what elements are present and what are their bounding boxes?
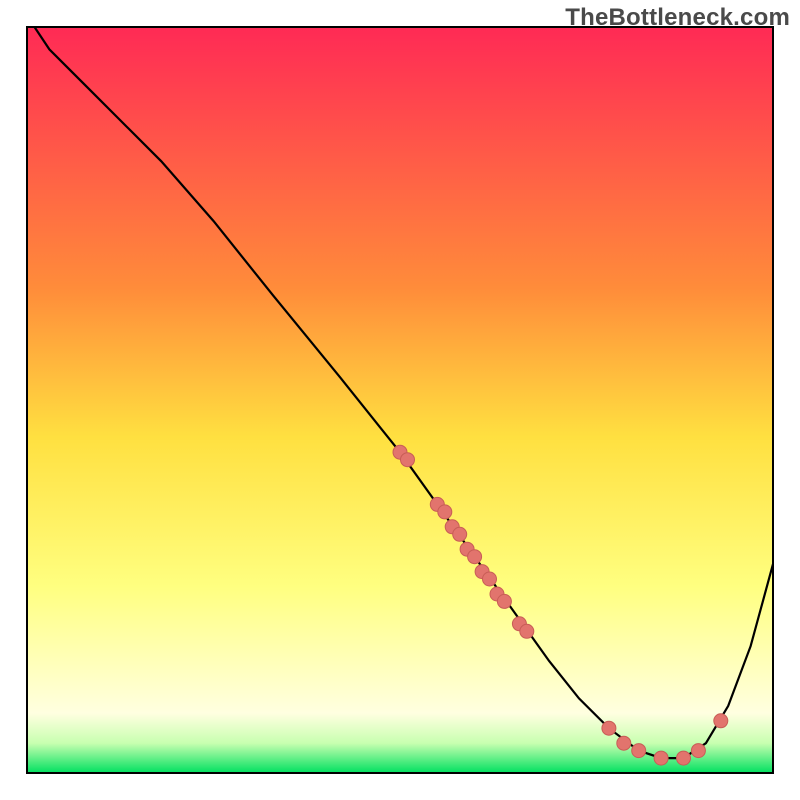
watermark-text: TheBottleneck.com xyxy=(565,4,790,32)
data-marker xyxy=(714,714,728,728)
data-marker xyxy=(632,744,646,758)
bottleneck-chart xyxy=(0,0,800,800)
data-marker xyxy=(453,527,467,541)
data-marker xyxy=(520,624,534,638)
data-marker xyxy=(602,721,616,735)
data-marker xyxy=(497,594,511,608)
data-marker xyxy=(401,453,415,467)
data-marker xyxy=(468,550,482,564)
data-marker xyxy=(677,751,691,765)
chart-container: TheBottleneck.com xyxy=(0,0,800,800)
data-marker xyxy=(617,736,631,750)
data-marker xyxy=(654,751,668,765)
data-marker xyxy=(691,744,705,758)
data-marker xyxy=(483,572,497,586)
data-marker xyxy=(438,505,452,519)
